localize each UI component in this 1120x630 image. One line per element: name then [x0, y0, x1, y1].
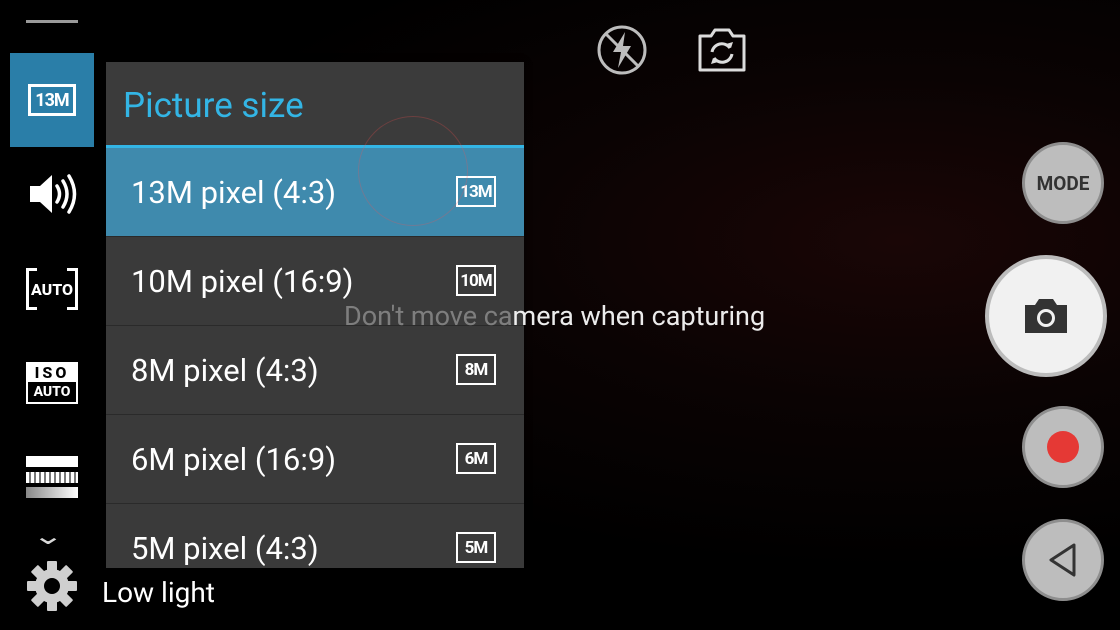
more-settings-chevron-icon[interactable]: ⌄: [32, 522, 64, 550]
focus-auto-icon: AUTO: [26, 268, 78, 310]
option-label: 5M pixel (4:3): [131, 529, 319, 567]
resolution-10m-icon: 10M: [456, 265, 496, 296]
setting-iso[interactable]: ISO AUTO: [10, 336, 94, 430]
setting-hdr[interactable]: [10, 430, 94, 524]
setting-focus[interactable]: AUTO: [10, 242, 94, 336]
camera-screen: 13M AUTO ISO AUTO ⌄ Low light Picture si…: [0, 0, 1120, 630]
volume-icon: [30, 174, 77, 214]
resolution-5m-icon: 5M: [456, 532, 496, 563]
resolution-6m-icon: 6M: [456, 443, 496, 474]
shutter-button[interactable]: [985, 255, 1107, 377]
resolution-8m-icon: 8M: [456, 354, 496, 385]
iso-icon-top: ISO: [28, 364, 76, 382]
setting-picture-size[interactable]: 13M: [10, 53, 94, 147]
flash-off-icon[interactable]: [596, 24, 648, 76]
camera-icon: [1025, 299, 1067, 333]
settings-top-divider: [26, 20, 78, 23]
record-dot-icon: [1047, 431, 1079, 463]
option-5m[interactable]: 5M pixel (4:3) 5M: [106, 504, 524, 568]
option-label: 8M pixel (4:3): [131, 351, 319, 389]
hint-visible-part: mera when capturing: [512, 300, 766, 332]
option-label: 6M pixel (16:9): [131, 440, 337, 478]
settings-gear-icon[interactable]: [26, 560, 78, 612]
option-label: 13M pixel (4:3): [131, 173, 337, 211]
dialog-title: Picture size: [106, 62, 524, 148]
option-label: 10M pixel (16:9): [131, 262, 354, 300]
option-8m[interactable]: 8M pixel (4:3) 8M: [106, 326, 524, 415]
capture-hint: Don't move camera when capturing: [344, 300, 765, 332]
option-6m[interactable]: 6M pixel (16:9) 6M: [106, 415, 524, 504]
iso-auto-icon: ISO AUTO: [26, 362, 78, 404]
picture-size-icon: 13M: [28, 84, 76, 116]
back-triangle-icon: [1049, 543, 1076, 577]
mode-button[interactable]: MODE: [1022, 142, 1104, 224]
back-button[interactable]: [1022, 519, 1104, 601]
setting-volume[interactable]: [10, 147, 94, 241]
switch-camera-icon[interactable]: [696, 24, 748, 76]
focus-ring: [358, 116, 468, 226]
low-light-label: Low light: [102, 576, 215, 609]
record-button[interactable]: [1022, 406, 1104, 488]
hdr-icon: [26, 456, 78, 498]
iso-icon-bottom: AUTO: [33, 384, 71, 400]
hint-hidden-part: Don't move ca: [344, 300, 513, 332]
